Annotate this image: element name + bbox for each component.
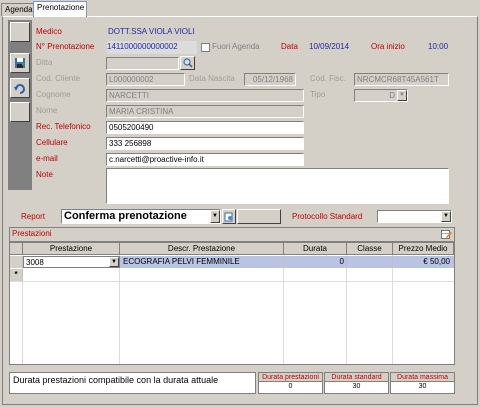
durata-standard-value: 30 [352, 383, 361, 390]
durata-prestazioni-label: Durata prestazioni [259, 373, 322, 382]
durata-standard-label: Durata standard [325, 373, 388, 382]
blank-button[interactable] [10, 22, 30, 42]
col-header-prestazione[interactable]: Prestazione [23, 243, 120, 255]
new-row-marker: * [10, 269, 23, 281]
prestazioni-header: Prestazioni [9, 227, 455, 242]
fuori-agenda-label: Fuori Agenda [212, 42, 260, 51]
durata-prestazioni-box: Durata prestazioni 0 [258, 372, 323, 394]
table-edit-icon [441, 230, 452, 239]
report-label: Report [21, 212, 46, 221]
col-header-classe[interactable]: Classe [347, 243, 393, 255]
prezzo-cell[interactable]: € 50,00 [393, 256, 454, 268]
report-select[interactable]: Conferma prenotazione ▼ [61, 209, 221, 224]
chevron-down-icon[interactable]: ▼ [109, 257, 119, 267]
search-icon [182, 58, 193, 68]
add-prestazione-button[interactable] [440, 228, 453, 241]
save-button[interactable] [10, 53, 30, 73]
col-header-prezzo[interactable]: Prezzo Medio [393, 243, 454, 255]
cod-cliente-label: Cod. Cliente [36, 74, 81, 83]
chevron-down-icon: ▼ [397, 90, 407, 101]
cod-cliente-field: L000000002 [106, 73, 185, 86]
cod-fisc-label: Cod. Fisc. [310, 74, 347, 83]
ditta-field[interactable] [106, 57, 179, 70]
durata-message: Durata prestazioni compatibile con la du… [9, 372, 256, 394]
nome-label: Nome [36, 106, 58, 115]
undo-icon [14, 84, 25, 94]
data-nascita-label: Data Nascita [189, 74, 235, 83]
cellulare-field[interactable]: 333 256898 [106, 137, 304, 150]
durata-cell[interactable]: 0 [284, 256, 347, 268]
report-blank-button[interactable] [237, 209, 281, 224]
ora-inizio-label: Ora inizio [371, 42, 405, 51]
chevron-down-icon: ▼ [210, 210, 220, 223]
nprenotazione-field: 1411000000000002 [107, 41, 197, 54]
data-nascita-field: 05/12/1968 [244, 73, 296, 86]
protocollo-label: Protocollo Standard [292, 212, 363, 221]
note-textarea[interactable] [106, 168, 449, 204]
prestazioni-title: Prestazioni [12, 229, 52, 238]
ditta-label: Ditta [36, 58, 53, 67]
durata-prestazioni-value: 0 [288, 383, 293, 390]
tab-bar: Agenda Prenotazione [0, 0, 480, 17]
new-table-row[interactable]: * [10, 269, 454, 282]
protocollo-select[interactable]: ▼ [377, 210, 452, 223]
cognome-field: NARCETTI [106, 89, 304, 102]
nprenotazione-label: N° Prenotazione [36, 42, 95, 51]
col-header-descr[interactable]: Descr. Prestazione [120, 243, 284, 255]
tab-agenda[interactable]: Agenda [1, 3, 34, 16]
note-label: Note [36, 170, 53, 179]
medico-label: Medico [36, 27, 62, 36]
telefono-field[interactable]: 0505200490 [106, 121, 304, 134]
classe-cell[interactable] [347, 256, 393, 268]
medico-value: DOTT.SSA VIOLA VIOLI [108, 27, 195, 36]
cognome-label: Cognome [36, 90, 71, 99]
print-preview-button[interactable] [222, 209, 236, 224]
cellulare-label: Cellulare [36, 138, 68, 147]
chevron-down-icon: ▼ [441, 211, 451, 222]
fuori-agenda-checkbox[interactable] [201, 43, 210, 52]
tab-prenotazione[interactable]: Prenotazione [33, 1, 87, 17]
prestazioni-table: Prestazione Descr. Prestazione Durata Cl… [9, 242, 455, 365]
save-icon [15, 58, 25, 68]
durata-standard-box: Durata standard 30 [324, 372, 389, 394]
nome-field: MARIA CRISTINA [106, 105, 304, 118]
blank-button-2[interactable] [10, 102, 30, 122]
tipo-label: Tipo [310, 90, 326, 99]
tipo-select: D ▼ [354, 89, 408, 102]
row-selector[interactable] [10, 256, 23, 268]
data-label: Data [281, 42, 298, 51]
durata-massima-value: 30 [418, 383, 427, 390]
durata-massima-box: Durata massima 30 [390, 372, 455, 394]
telefono-label: Rec. Telefonico [36, 122, 91, 131]
email-label: e-mail [36, 154, 58, 163]
email-field[interactable]: c.narcetti@proactive-info.it [106, 153, 304, 166]
report-value: Conferma prenotazione [64, 210, 187, 222]
undo-button[interactable] [10, 78, 30, 98]
row-selector-header [10, 243, 23, 255]
document-icon [224, 212, 233, 221]
table-row[interactable]: 3008 ▼ ECOGRAFIA PELVI FEMMINILE 0 € 50,… [10, 256, 454, 269]
ditta-search-button[interactable] [180, 56, 195, 70]
cod-fisc-field: NRCMCR68T45A561T [354, 73, 449, 86]
col-header-durata[interactable]: Durata [284, 243, 347, 255]
descr-cell[interactable]: ECOGRAFIA PELVI FEMMINILE [120, 256, 284, 268]
data-value: 10/09/2014 [309, 42, 350, 51]
ora-inizio-value: 10:00 [428, 42, 449, 51]
side-toolbar [8, 20, 32, 190]
prestazione-cell[interactable]: 3008 ▼ [23, 256, 120, 268]
durata-massima-label: Durata massima [391, 373, 454, 382]
tipo-value: D [389, 91, 395, 100]
